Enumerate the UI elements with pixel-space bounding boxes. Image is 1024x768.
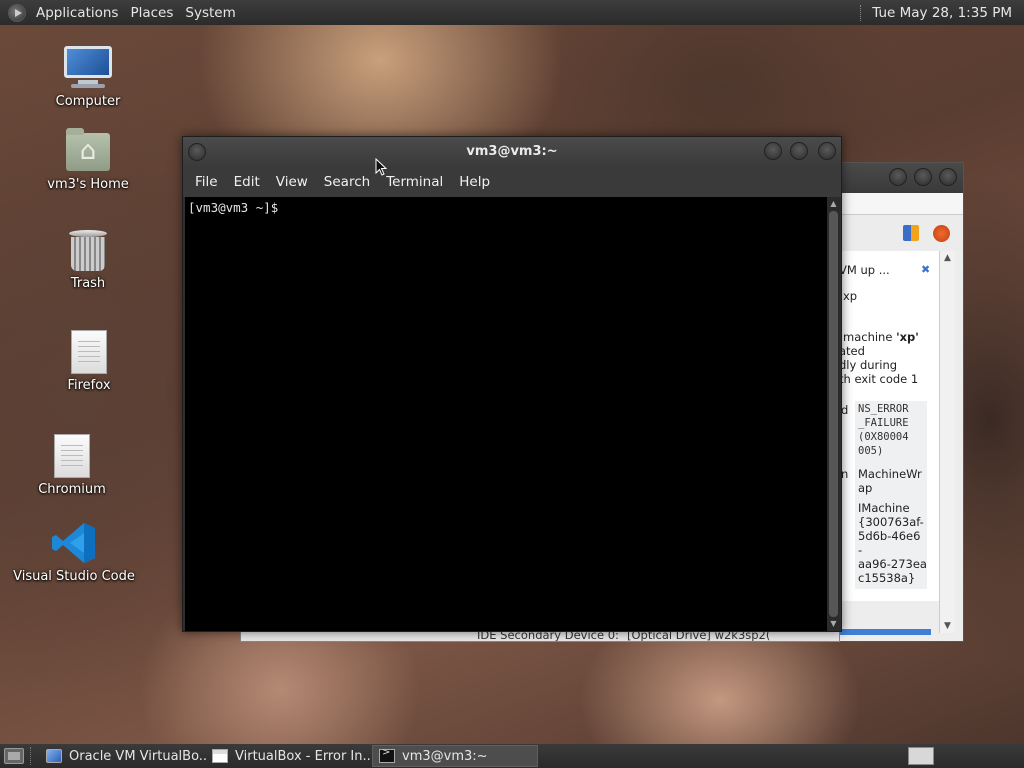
- menu-file[interactable]: File: [187, 174, 226, 190]
- minimize-button[interactable]: [889, 168, 907, 186]
- taskbar-item-virtualbox[interactable]: Oracle VM VirtualBo...: [40, 745, 206, 767]
- computer-icon: [64, 46, 112, 90]
- menu-edit[interactable]: Edit: [226, 174, 268, 190]
- details-value: MachineWr: [858, 467, 922, 481]
- virtualbox-error-window[interactable]: VM up ... ✖ xp machine 'xp' ated dly dur…: [838, 162, 964, 642]
- details-key: d: [841, 403, 849, 417]
- details-value: _FAILURE: [858, 417, 909, 429]
- panel-separator: [30, 747, 36, 765]
- scroll-up-icon[interactable]: ▲: [827, 198, 840, 210]
- window-title: vm3@vm3:~: [466, 144, 558, 159]
- menu-view[interactable]: View: [268, 174, 316, 190]
- details-value: {300763af-: [858, 515, 924, 529]
- sort-icon[interactable]: [903, 225, 919, 241]
- panel-separator: [860, 4, 862, 21]
- scroll-down-icon[interactable]: ▼: [940, 619, 955, 633]
- trash-icon: [69, 230, 107, 272]
- taskbar-item-label: Oracle VM VirtualBo...: [69, 748, 206, 764]
- details-value: c15538a}: [858, 571, 916, 585]
- terminal-titlebar[interactable]: vm3@vm3:~: [183, 137, 841, 167]
- mouse-pointer-icon: [375, 158, 387, 176]
- vscode-icon: [51, 521, 97, 565]
- applications-menu-icon[interactable]: [8, 3, 26, 22]
- desktop-icon-label: Computer: [55, 94, 121, 109]
- clear-icon[interactable]: [933, 225, 950, 242]
- terminal-icon: [379, 747, 395, 763]
- scrollbar-thumb[interactable]: [829, 211, 838, 617]
- bottom-panel: Oracle VM VirtualBo... VirtualBox - Erro…: [0, 744, 1024, 768]
- details-value: NS_ERROR: [858, 403, 909, 415]
- home-folder-icon: [66, 128, 110, 171]
- error-text: dly during: [839, 358, 898, 372]
- terminal-scrollbar[interactable]: ▲ ▼: [827, 197, 840, 631]
- details-value: ap: [858, 481, 873, 495]
- error-text: ated: [839, 344, 865, 358]
- details-value: aa96-273ea: [858, 557, 927, 571]
- menu-help[interactable]: Help: [451, 174, 498, 190]
- close-button[interactable]: [818, 142, 836, 160]
- window-titlebar[interactable]: [839, 163, 963, 193]
- details-value: IMachine: [858, 501, 910, 515]
- desktop-icon-trash[interactable]: Trash: [23, 230, 153, 291]
- applications-menu[interactable]: Applications: [30, 5, 124, 21]
- desktop-icon-label: Chromium: [38, 482, 106, 497]
- close-icon[interactable]: ✖: [921, 263, 930, 276]
- desktop-icon-label: Trash: [70, 276, 106, 291]
- details-value: (0X80004: [858, 431, 909, 443]
- details-value: 005): [858, 445, 884, 457]
- maximize-button[interactable]: [790, 142, 808, 160]
- scroll-down-icon[interactable]: ▼: [827, 618, 840, 630]
- desktop-icon-computer[interactable]: Computer: [23, 46, 153, 109]
- show-desktop-icon[interactable]: [4, 748, 24, 764]
- error-scrollbar[interactable]: ▲ ▼: [939, 251, 955, 633]
- places-menu[interactable]: Places: [124, 5, 179, 21]
- details-value: -: [858, 543, 863, 557]
- error-title: VM up ...: [839, 263, 890, 277]
- menu-terminal[interactable]: Terminal: [378, 174, 451, 190]
- toolbar: [839, 215, 963, 250]
- maximize-button[interactable]: [914, 168, 932, 186]
- document-icon: [54, 434, 90, 478]
- terminal-content[interactable]: [vm3@vm3 ~]$: [185, 197, 827, 631]
- window-tabstrip: [839, 193, 963, 215]
- desktop-icon-home[interactable]: vm3's Home: [23, 128, 153, 192]
- taskbar-item-error[interactable]: VirtualBox - Error In...: [206, 745, 372, 767]
- desktop-icon-label: Firefox: [67, 378, 111, 393]
- taskbar-item-terminal[interactable]: vm3@vm3:~: [372, 745, 538, 767]
- details-value: 5d6b-46e6: [858, 529, 921, 543]
- error-text: machine 'xp': [843, 330, 919, 344]
- workspace-switcher[interactable]: [908, 747, 934, 765]
- taskbar-item-label: VirtualBox - Error In...: [235, 748, 372, 764]
- virtualbox-icon: [46, 749, 62, 763]
- menu-search[interactable]: Search: [316, 174, 378, 190]
- top-panel: Applications Places System Tue May 28, 1…: [0, 0, 1024, 25]
- terminal-window[interactable]: vm3@vm3:~ File Edit View Search Terminal…: [182, 136, 842, 632]
- clock[interactable]: Tue May 28, 1:35 PM: [872, 5, 1012, 21]
- error-details-panel: VM up ... ✖ xp machine 'xp' ated dly dur…: [839, 251, 939, 601]
- error-text: th exit code 1: [839, 372, 919, 386]
- document-icon: [71, 330, 107, 374]
- desktop-icon-vscode[interactable]: Visual Studio Code: [9, 521, 139, 584]
- shell-prompt: [vm3@vm3 ~]$: [188, 200, 279, 215]
- minimize-button[interactable]: [764, 142, 782, 160]
- desktop-icon-label: vm3's Home: [47, 177, 129, 192]
- desktop-icon-chromium[interactable]: Chromium: [7, 434, 137, 497]
- selection-bar: [839, 629, 931, 635]
- close-button[interactable]: [939, 168, 957, 186]
- desktop-icon-firefox[interactable]: Firefox: [24, 330, 154, 393]
- error-text: xp: [843, 289, 858, 303]
- system-menu[interactable]: System: [179, 5, 241, 21]
- taskbar-item-label: vm3@vm3:~: [402, 748, 488, 764]
- terminal-menubar: File Edit View Search Terminal Help: [183, 167, 841, 197]
- details-key: n: [841, 467, 849, 481]
- scroll-up-icon[interactable]: ▲: [940, 251, 955, 265]
- window-icon: [212, 749, 228, 763]
- desktop-icon-label: Visual Studio Code: [13, 569, 135, 584]
